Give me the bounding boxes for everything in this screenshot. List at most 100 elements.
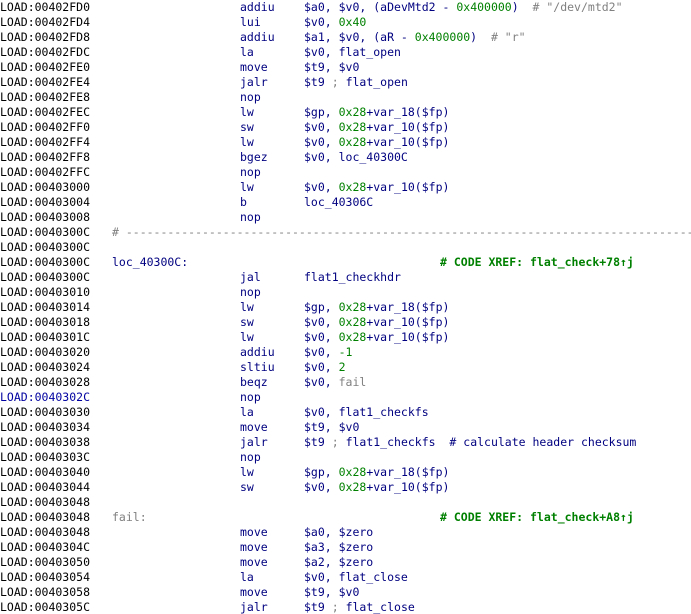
instruction-mnemonic[interactable]: move (240, 555, 268, 570)
listing-line[interactable]: LOAD:00402FE0 move $t9, $v0 (0, 60, 691, 75)
instruction-mnemonic[interactable]: move (240, 420, 268, 435)
instruction-operands[interactable]: $v0, 0x28+var_10($fp) (304, 480, 449, 495)
code-label[interactable]: fail: (112, 510, 147, 525)
listing-line[interactable]: LOAD:0040305C jalr $t9 ; flat_close (0, 600, 691, 614)
listing-line[interactable]: LOAD:0040300C (0, 240, 691, 255)
instruction-operands[interactable]: $v0, 2 (304, 360, 346, 375)
instruction-operands[interactable]: $v0, flat1_checkfs (304, 405, 429, 420)
instruction-operands[interactable]: $gp, 0x28+var_18($fp) (304, 465, 449, 480)
listing-line[interactable]: LOAD:00403028 beqz $v0, fail (0, 375, 691, 390)
instruction-operands[interactable]: $t9 ; flat1_checkfs # calculate header c… (304, 435, 636, 450)
listing-line[interactable]: LOAD:00403058 move $t9, $v0 (0, 585, 691, 600)
listing-line[interactable]: LOAD:0040304C move $a3, $zero (0, 540, 691, 555)
instruction-mnemonic[interactable]: la (240, 570, 254, 585)
instruction-operands[interactable]: $t9, $v0 (304, 585, 359, 600)
instruction-operands[interactable]: $gp, 0x28+var_18($fp) (304, 105, 449, 120)
instruction-mnemonic[interactable]: la (240, 405, 254, 420)
instruction-operands[interactable]: $a0, $zero (304, 525, 373, 540)
listing-line[interactable]: LOAD:00403038 jalr $t9 ; flat1_checkfs # c… (0, 435, 691, 450)
instruction-mnemonic[interactable]: sw (240, 480, 254, 495)
listing-line[interactable]: LOAD:00403040 lw $gp, 0x28+var_18($fp) (0, 465, 691, 480)
instruction-mnemonic[interactable]: b (240, 195, 247, 210)
listing-line[interactable]: LOAD:00403054 la $v0, flat_close (0, 570, 691, 585)
instruction-mnemonic[interactable]: lw (240, 465, 254, 480)
instruction-mnemonic[interactable]: sw (240, 120, 254, 135)
instruction-operands[interactable]: $v0, flat_close (304, 570, 408, 585)
instruction-mnemonic[interactable]: la (240, 45, 254, 60)
instruction-operands[interactable]: $v0, 0x28+var_10($fp) (304, 315, 449, 330)
code-label[interactable]: loc_40300C: (112, 255, 188, 270)
instruction-mnemonic[interactable]: move (240, 525, 268, 540)
listing-line[interactable]: LOAD:00402FE4 jalr $t9 ; flat_open (0, 75, 691, 90)
instruction-mnemonic[interactable]: move (240, 60, 268, 75)
instruction-operands[interactable]: $t9 ; flat_open (304, 75, 408, 90)
listing-line[interactable]: LOAD:00402FD4 lui $v0, 0x40 (0, 15, 691, 30)
listing-line[interactable]: LOAD:00403008 nop (0, 210, 691, 225)
listing-line[interactable]: LOAD:00402FF8 bgez $v0, loc_40300C (0, 150, 691, 165)
instruction-mnemonic[interactable]: jalr (240, 75, 268, 90)
listing-line[interactable]: LOAD:00402FDC la $v0, flat_open (0, 45, 691, 60)
listing-line[interactable]: LOAD:00402FF0 sw $v0, 0x28+var_10($fp) (0, 120, 691, 135)
instruction-operands[interactable]: $v0, 0x40 (304, 15, 366, 30)
code-xref-comment[interactable]: # CODE XREF: flat_check+A8↑j (440, 510, 634, 525)
instruction-mnemonic[interactable]: jalr (240, 435, 268, 450)
instruction-operands[interactable]: $gp, 0x28+var_18($fp) (304, 300, 449, 315)
listing-line[interactable]: LOAD:00402FD0 addiu $a0, $v0, (aDevMtd2 - … (0, 0, 691, 15)
listing-line[interactable]: LOAD:00403000 lw $v0, 0x28+var_10($fp) (0, 180, 691, 195)
instruction-mnemonic[interactable]: move (240, 540, 268, 555)
instruction-mnemonic[interactable]: jal (240, 270, 261, 285)
instruction-mnemonic[interactable]: bgez (240, 150, 268, 165)
instruction-mnemonic[interactable]: lw (240, 180, 254, 195)
instruction-mnemonic[interactable]: beqz (240, 375, 268, 390)
listing-line[interactable]: LOAD:00403014 lw $gp, 0x28+var_18($fp) (0, 300, 691, 315)
listing-line[interactable]: LOAD:0040300C jal flat1_checkhdr (0, 270, 691, 285)
instruction-operands[interactable]: $v0, 0x28+var_10($fp) (304, 180, 449, 195)
instruction-mnemonic[interactable]: move (240, 585, 268, 600)
instruction-operands[interactable]: $t9, $v0 (304, 60, 359, 75)
instruction-operands[interactable]: $v0, loc_40300C (304, 150, 408, 165)
listing-line[interactable]: LOAD:00402FFC nop (0, 165, 691, 180)
instruction-operands[interactable]: flat1_checkhdr (304, 270, 401, 285)
instruction-mnemonic[interactable]: lw (240, 105, 254, 120)
instruction-mnemonic[interactable]: addiu (240, 345, 275, 360)
listing-line[interactable]: LOAD:00403050 move $a2, $zero (0, 555, 691, 570)
instruction-operands[interactable]: $t9 ; flat_close (304, 600, 415, 614)
instruction-operands[interactable]: $a1, $v0, (aR - 0x400000) # "r" (304, 30, 526, 45)
instruction-mnemonic[interactable]: lui (240, 15, 261, 30)
listing-line[interactable]: LOAD:0040300C # -------------------------… (0, 225, 691, 240)
instruction-operands[interactable]: $v0, 0x28+var_10($fp) (304, 330, 449, 345)
instruction-mnemonic[interactable]: sw (240, 315, 254, 330)
instruction-operands[interactable]: $t9, $v0 (304, 420, 359, 435)
instruction-operands[interactable]: $a2, $zero (304, 555, 373, 570)
instruction-operands[interactable]: $v0, 0x28+var_10($fp) (304, 135, 449, 150)
listing-line[interactable]: LOAD:00403010 nop (0, 285, 691, 300)
listing-line[interactable]: LOAD:00402FF4 lw $v0, 0x28+var_10($fp) (0, 135, 691, 150)
listing-line[interactable]: LOAD:0040301C lw $v0, 0x28+var_10($fp) (0, 330, 691, 345)
listing-line[interactable]: LOAD:00403048 fail: # CODE XREF: flat_chec… (0, 510, 691, 525)
instruction-mnemonic[interactable]: lw (240, 330, 254, 345)
instruction-operands[interactable]: $v0, fail (304, 375, 366, 390)
listing-line[interactable]: LOAD:00402FEC lw $gp, 0x28+var_18($fp) (0, 105, 691, 120)
instruction-mnemonic[interactable]: addiu (240, 0, 275, 15)
instruction-mnemonic[interactable]: lw (240, 300, 254, 315)
instruction-mnemonic[interactable]: nop (240, 165, 261, 180)
instruction-mnemonic[interactable]: lw (240, 135, 254, 150)
listing-line[interactable]: LOAD:00403024 sltiu $v0, 2 (0, 360, 691, 375)
instruction-operands[interactable]: $a0, $v0, (aDevMtd2 - 0x400000) # "/dev/… (304, 0, 623, 15)
instruction-mnemonic[interactable]: nop (240, 90, 261, 105)
listing-line[interactable]: LOAD:00402FE8 nop (0, 90, 691, 105)
instruction-mnemonic[interactable]: jalr (240, 600, 268, 614)
listing-line[interactable]: LOAD:00403048 move $a0, $zero (0, 525, 691, 540)
instruction-mnemonic[interactable]: nop (240, 285, 261, 300)
instruction-mnemonic[interactable]: nop (240, 390, 261, 405)
listing-line[interactable]: LOAD:00403034 move $t9, $v0 (0, 420, 691, 435)
instruction-operands[interactable]: $v0, -1 (304, 345, 352, 360)
instruction-mnemonic[interactable]: nop (240, 450, 261, 465)
listing-line[interactable]: LOAD:00402FD8 addiu $a1, $v0, (aR - 0x4000… (0, 30, 691, 45)
listing-line[interactable]: LOAD:0040300C loc_40300C: # CODE XREF: fla… (0, 255, 691, 270)
listing-line[interactable]: LOAD:00403004 b loc_40306C (0, 195, 691, 210)
listing-line[interactable]: LOAD:0040303C nop (0, 450, 691, 465)
instruction-operands[interactable]: $v0, 0x28+var_10($fp) (304, 120, 449, 135)
instruction-mnemonic[interactable]: sltiu (240, 360, 275, 375)
code-xref-comment[interactable]: # CODE XREF: flat_check+78↑j (440, 255, 634, 270)
